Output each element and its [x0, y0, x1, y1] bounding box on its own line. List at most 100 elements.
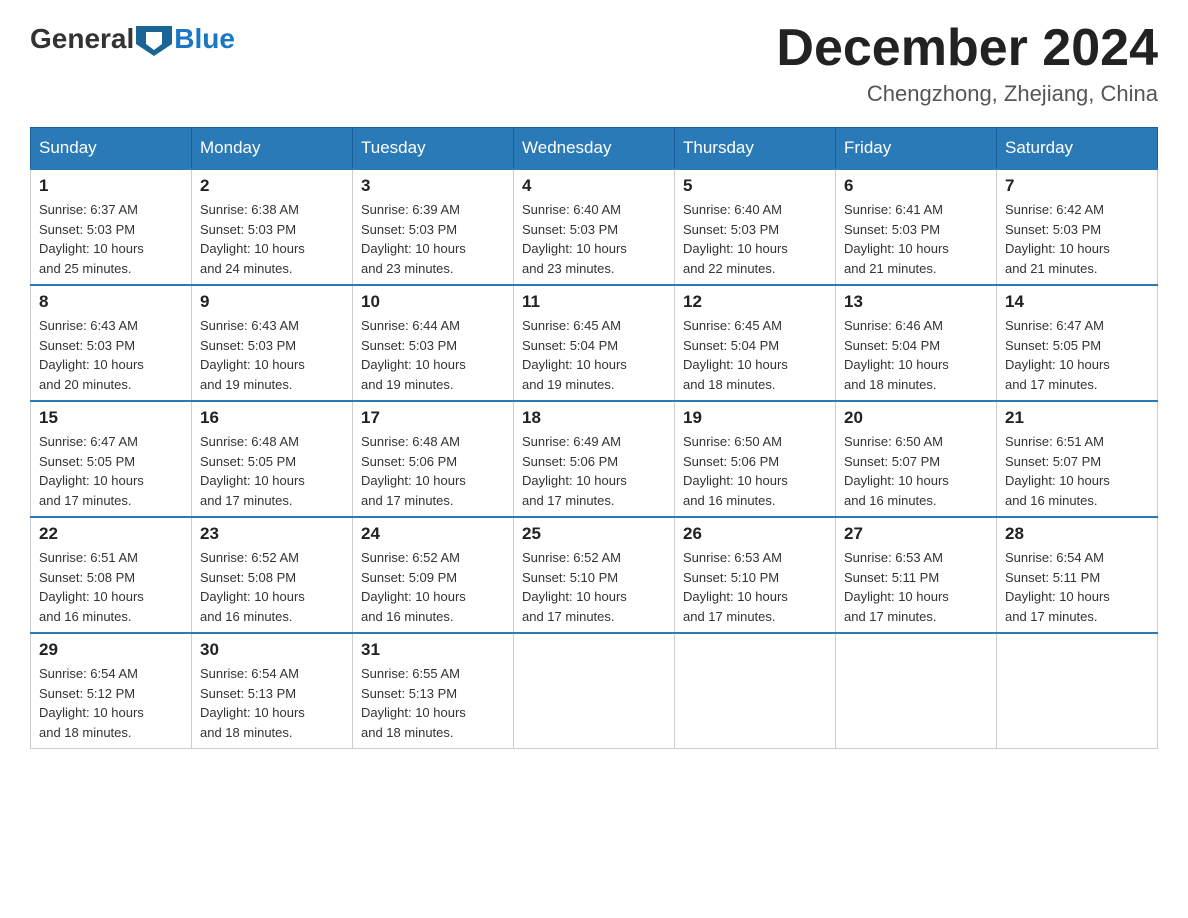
day-info: Sunrise: 6:53 AMSunset: 5:10 PMDaylight:…	[683, 548, 827, 626]
table-row: 18 Sunrise: 6:49 AMSunset: 5:06 PMDaylig…	[514, 401, 675, 517]
day-info: Sunrise: 6:46 AMSunset: 5:04 PMDaylight:…	[844, 316, 988, 394]
header-monday: Monday	[192, 128, 353, 170]
table-row	[675, 633, 836, 749]
table-row: 27 Sunrise: 6:53 AMSunset: 5:11 PMDaylig…	[836, 517, 997, 633]
day-number: 19	[683, 408, 827, 428]
day-info: Sunrise: 6:52 AMSunset: 5:09 PMDaylight:…	[361, 548, 505, 626]
day-info: Sunrise: 6:54 AMSunset: 5:11 PMDaylight:…	[1005, 548, 1149, 626]
table-row	[997, 633, 1158, 749]
header-friday: Friday	[836, 128, 997, 170]
day-number: 13	[844, 292, 988, 312]
page-header: General Blue December 2024 Chengzhong, Z…	[30, 20, 1158, 107]
table-row: 28 Sunrise: 6:54 AMSunset: 5:11 PMDaylig…	[997, 517, 1158, 633]
day-info: Sunrise: 6:40 AMSunset: 5:03 PMDaylight:…	[683, 200, 827, 278]
day-info: Sunrise: 6:52 AMSunset: 5:10 PMDaylight:…	[522, 548, 666, 626]
table-row	[836, 633, 997, 749]
header-saturday: Saturday	[997, 128, 1158, 170]
day-info: Sunrise: 6:55 AMSunset: 5:13 PMDaylight:…	[361, 664, 505, 742]
header-wednesday: Wednesday	[514, 128, 675, 170]
table-row: 1 Sunrise: 6:37 AMSunset: 5:03 PMDayligh…	[31, 169, 192, 285]
day-info: Sunrise: 6:51 AMSunset: 5:08 PMDaylight:…	[39, 548, 183, 626]
day-info: Sunrise: 6:50 AMSunset: 5:06 PMDaylight:…	[683, 432, 827, 510]
table-row: 31 Sunrise: 6:55 AMSunset: 5:13 PMDaylig…	[353, 633, 514, 749]
header-sunday: Sunday	[31, 128, 192, 170]
day-number: 2	[200, 176, 344, 196]
table-row: 26 Sunrise: 6:53 AMSunset: 5:10 PMDaylig…	[675, 517, 836, 633]
table-row: 17 Sunrise: 6:48 AMSunset: 5:06 PMDaylig…	[353, 401, 514, 517]
header-row: Sunday Monday Tuesday Wednesday Thursday…	[31, 128, 1158, 170]
table-row: 22 Sunrise: 6:51 AMSunset: 5:08 PMDaylig…	[31, 517, 192, 633]
week-row-1: 1 Sunrise: 6:37 AMSunset: 5:03 PMDayligh…	[31, 169, 1158, 285]
day-info: Sunrise: 6:43 AMSunset: 5:03 PMDaylight:…	[39, 316, 183, 394]
day-number: 17	[361, 408, 505, 428]
day-number: 25	[522, 524, 666, 544]
logo: General Blue	[30, 20, 235, 57]
day-info: Sunrise: 6:48 AMSunset: 5:06 PMDaylight:…	[361, 432, 505, 510]
day-number: 20	[844, 408, 988, 428]
day-number: 4	[522, 176, 666, 196]
day-info: Sunrise: 6:38 AMSunset: 5:03 PMDaylight:…	[200, 200, 344, 278]
day-info: Sunrise: 6:41 AMSunset: 5:03 PMDaylight:…	[844, 200, 988, 278]
table-row: 14 Sunrise: 6:47 AMSunset: 5:05 PMDaylig…	[997, 285, 1158, 401]
day-number: 23	[200, 524, 344, 544]
day-info: Sunrise: 6:48 AMSunset: 5:05 PMDaylight:…	[200, 432, 344, 510]
day-number: 28	[1005, 524, 1149, 544]
table-row: 19 Sunrise: 6:50 AMSunset: 5:06 PMDaylig…	[675, 401, 836, 517]
day-info: Sunrise: 6:42 AMSunset: 5:03 PMDaylight:…	[1005, 200, 1149, 278]
table-row: 15 Sunrise: 6:47 AMSunset: 5:05 PMDaylig…	[31, 401, 192, 517]
day-number: 1	[39, 176, 183, 196]
table-row: 24 Sunrise: 6:52 AMSunset: 5:09 PMDaylig…	[353, 517, 514, 633]
week-row-2: 8 Sunrise: 6:43 AMSunset: 5:03 PMDayligh…	[31, 285, 1158, 401]
week-row-4: 22 Sunrise: 6:51 AMSunset: 5:08 PMDaylig…	[31, 517, 1158, 633]
day-number: 3	[361, 176, 505, 196]
table-row: 7 Sunrise: 6:42 AMSunset: 5:03 PMDayligh…	[997, 169, 1158, 285]
day-info: Sunrise: 6:49 AMSunset: 5:06 PMDaylight:…	[522, 432, 666, 510]
day-info: Sunrise: 6:45 AMSunset: 5:04 PMDaylight:…	[683, 316, 827, 394]
day-info: Sunrise: 6:51 AMSunset: 5:07 PMDaylight:…	[1005, 432, 1149, 510]
table-row: 8 Sunrise: 6:43 AMSunset: 5:03 PMDayligh…	[31, 285, 192, 401]
logo-general-text: General	[30, 23, 134, 55]
day-info: Sunrise: 6:45 AMSunset: 5:04 PMDaylight:…	[522, 316, 666, 394]
table-row: 12 Sunrise: 6:45 AMSunset: 5:04 PMDaylig…	[675, 285, 836, 401]
week-row-5: 29 Sunrise: 6:54 AMSunset: 5:12 PMDaylig…	[31, 633, 1158, 749]
table-row: 5 Sunrise: 6:40 AMSunset: 5:03 PMDayligh…	[675, 169, 836, 285]
day-info: Sunrise: 6:47 AMSunset: 5:05 PMDaylight:…	[1005, 316, 1149, 394]
day-number: 22	[39, 524, 183, 544]
day-info: Sunrise: 6:40 AMSunset: 5:03 PMDaylight:…	[522, 200, 666, 278]
header-thursday: Thursday	[675, 128, 836, 170]
day-number: 12	[683, 292, 827, 312]
day-number: 21	[1005, 408, 1149, 428]
table-row: 30 Sunrise: 6:54 AMSunset: 5:13 PMDaylig…	[192, 633, 353, 749]
table-row: 20 Sunrise: 6:50 AMSunset: 5:07 PMDaylig…	[836, 401, 997, 517]
day-info: Sunrise: 6:47 AMSunset: 5:05 PMDaylight:…	[39, 432, 183, 510]
day-info: Sunrise: 6:53 AMSunset: 5:11 PMDaylight:…	[844, 548, 988, 626]
day-number: 7	[1005, 176, 1149, 196]
week-row-3: 15 Sunrise: 6:47 AMSunset: 5:05 PMDaylig…	[31, 401, 1158, 517]
day-info: Sunrise: 6:39 AMSunset: 5:03 PMDaylight:…	[361, 200, 505, 278]
table-row: 11 Sunrise: 6:45 AMSunset: 5:04 PMDaylig…	[514, 285, 675, 401]
day-number: 29	[39, 640, 183, 660]
day-number: 14	[1005, 292, 1149, 312]
table-row: 3 Sunrise: 6:39 AMSunset: 5:03 PMDayligh…	[353, 169, 514, 285]
day-number: 5	[683, 176, 827, 196]
title-area: December 2024 Chengzhong, Zhejiang, Chin…	[776, 20, 1158, 107]
table-row: 23 Sunrise: 6:52 AMSunset: 5:08 PMDaylig…	[192, 517, 353, 633]
day-number: 27	[844, 524, 988, 544]
day-number: 15	[39, 408, 183, 428]
logo-blue-text: Blue	[174, 23, 235, 55]
day-number: 24	[361, 524, 505, 544]
table-row: 2 Sunrise: 6:38 AMSunset: 5:03 PMDayligh…	[192, 169, 353, 285]
table-row: 10 Sunrise: 6:44 AMSunset: 5:03 PMDaylig…	[353, 285, 514, 401]
table-row: 29 Sunrise: 6:54 AMSunset: 5:12 PMDaylig…	[31, 633, 192, 749]
day-info: Sunrise: 6:54 AMSunset: 5:13 PMDaylight:…	[200, 664, 344, 742]
day-number: 16	[200, 408, 344, 428]
logo-arrow-icon	[136, 20, 172, 57]
day-number: 18	[522, 408, 666, 428]
day-info: Sunrise: 6:43 AMSunset: 5:03 PMDaylight:…	[200, 316, 344, 394]
day-info: Sunrise: 6:44 AMSunset: 5:03 PMDaylight:…	[361, 316, 505, 394]
table-row: 16 Sunrise: 6:48 AMSunset: 5:05 PMDaylig…	[192, 401, 353, 517]
table-row: 9 Sunrise: 6:43 AMSunset: 5:03 PMDayligh…	[192, 285, 353, 401]
month-title: December 2024	[776, 20, 1158, 77]
day-number: 9	[200, 292, 344, 312]
header-tuesday: Tuesday	[353, 128, 514, 170]
